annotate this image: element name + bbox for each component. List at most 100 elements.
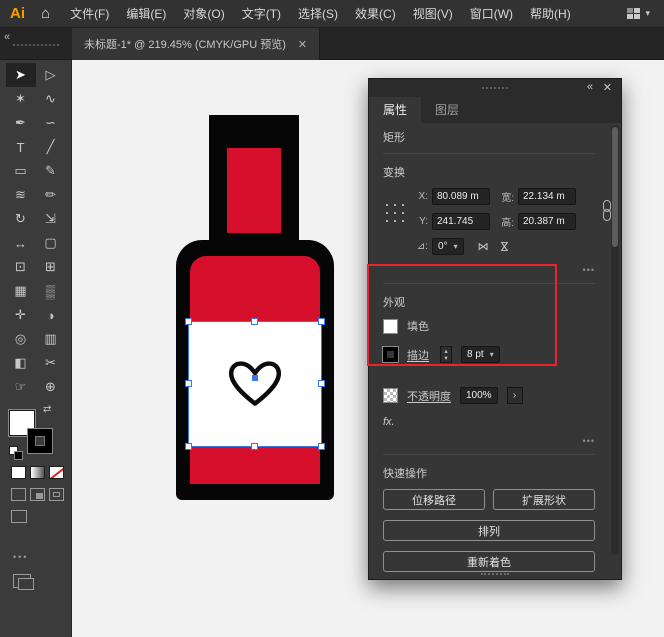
reference-point-grid[interactable] [386,204,388,206]
screen-mode-button[interactable] [11,510,27,523]
height-field[interactable]: 20.387 m [518,213,576,230]
draw-behind-button[interactable] [30,488,45,501]
y-position-field[interactable]: 241.745 [432,213,490,230]
stroke-weight-select[interactable]: 8 pt ▾ [461,346,500,363]
paintbrush-tool[interactable]: ✎ [36,159,66,183]
magic-wand-tool[interactable]: ✶ [6,87,36,111]
workspace-switcher[interactable]: ▾ [627,8,650,19]
artboard-tool[interactable]: ◧ [6,351,36,375]
mesh-tool[interactable]: ▦ [6,279,36,303]
direct-selection-tool[interactable]: ▷ [36,63,66,87]
gradient-tool[interactable]: ▒ [36,279,66,303]
selection-bounding-box[interactable] [185,318,325,450]
free-transform-tool[interactable]: ▢ [36,231,66,255]
type-tool[interactable]: T [6,135,36,159]
draw-normal-button[interactable] [11,488,26,501]
scale-tool[interactable]: ⇲ [36,207,66,231]
line-segment-tool[interactable]: ╱ [36,135,66,159]
curvature-tool[interactable]: ∽ [36,111,66,135]
stroke-color-well[interactable] [27,428,53,454]
fx-effects-link[interactable]: fx. [383,416,595,428]
opacity-options-chevron[interactable]: › [506,387,523,404]
menu-file[interactable]: 文件(F) [70,5,109,22]
fill-color-swatch[interactable] [383,318,398,334]
selection-handle-sw[interactable] [185,443,192,450]
selection-handle-nw[interactable] [185,318,192,325]
expand-shape-button[interactable]: 扩展形状 [493,489,595,510]
stepper-down-icon[interactable]: ▾ [441,355,451,362]
menu-effect[interactable]: 效果(C) [355,5,396,22]
offset-path-button[interactable]: 位移路径 [383,489,485,510]
none-button[interactable] [49,466,64,479]
panel-drag-grip[interactable] [482,87,508,89]
selection-handle-n[interactable] [251,318,258,325]
toolbar-drag-grip[interactable] [13,44,59,46]
menu-help[interactable]: 帮助(H) [530,5,571,22]
draw-inside-button[interactable] [49,488,64,501]
document-tab[interactable]: 未标题-1* @ 219.45% (CMYK/GPU 预览) ✕ [72,28,321,60]
eyedropper-tool[interactable]: ✛ [6,303,36,327]
menu-object[interactable]: 对象(O) [183,5,224,22]
hand-tool[interactable]: ☞ [6,375,36,399]
menu-view[interactable]: 视图(V) [413,5,453,22]
shaper-tool[interactable]: ≋ [6,183,36,207]
selection-handle-s[interactable] [251,443,258,450]
recolor-button[interactable]: 重新着色 [383,551,595,572]
shape-builder-tool[interactable]: ⊡ [6,255,36,279]
toolbar-collapse-icon[interactable]: « [4,31,10,43]
home-icon[interactable]: ⌂ [41,5,50,22]
flip-horizontal-icon[interactable]: ⋈ [478,240,489,253]
stroke-weight-stepper[interactable]: ▴ ▾ [440,346,452,363]
blend-tool[interactable]: ◑ [36,303,66,327]
menu-edit[interactable]: 编辑(E) [126,5,166,22]
toolbar-more-options[interactable]: ••• [13,552,28,562]
selection-handle-e[interactable] [318,380,325,387]
menu-select[interactable]: 选择(S) [298,5,338,22]
stroke-label[interactable]: 描边 [407,347,429,363]
rotate-tool[interactable]: ↻ [6,207,36,231]
flip-vertical-icon[interactable]: ⋈ [498,241,511,252]
arrange-button[interactable]: 排列 [383,520,595,541]
selection-handle-se[interactable] [318,443,325,450]
pencil-tool[interactable]: ✏ [36,183,66,207]
gradient-button[interactable] [30,466,45,479]
opacity-label[interactable]: 不透明度 [407,388,451,404]
slice-tool[interactable]: ✂ [36,351,66,375]
perspective-grid-tool[interactable]: ⊞ [36,255,66,279]
panel-scrollbar[interactable] [611,125,619,555]
tab-layers[interactable]: 图层 [421,97,473,123]
scrollbar-thumb[interactable] [612,127,618,247]
swap-fill-stroke-icon[interactable]: ⇄ [43,404,51,415]
color-button[interactable] [11,466,26,479]
selection-tool[interactable]: ➤ [5,63,36,87]
opacity-swatch[interactable] [383,388,398,403]
symbol-sprayer-tool[interactable]: ◎ [6,327,36,351]
tab-properties[interactable]: 属性 [369,97,422,123]
column-graph-tool[interactable]: ▥ [36,327,66,351]
opacity-value-field[interactable]: 100% [460,387,498,404]
stroke-color-swatch[interactable] [382,346,399,363]
x-position-field[interactable]: 80.089 m [432,188,490,205]
pen-tool[interactable]: ✒ [6,111,36,135]
menu-type[interactable]: 文字(T) [242,5,281,22]
panel-resize-grip[interactable] [481,573,509,575]
app-logo[interactable]: Ai [10,5,25,22]
lasso-tool[interactable]: ∿ [36,87,66,111]
transform-more-options[interactable]: ••• [383,265,595,275]
bottle-neck-fill[interactable] [227,148,281,233]
zoom-tool[interactable]: ⊕ [36,375,66,399]
panel-close-icon[interactable]: ✕ [603,81,612,94]
panel-collapse-icon[interactable]: « [587,81,593,93]
selection-handle-ne[interactable] [318,318,325,325]
selection-handle-w[interactable] [185,380,192,387]
menu-window[interactable]: 窗口(W) [470,5,513,22]
width-field[interactable]: 22.134 m [518,188,576,205]
default-fill-stroke-icon[interactable] [9,446,23,460]
tab-close-icon[interactable]: ✕ [298,38,307,51]
rotation-angle-select[interactable]: 0° ▾ [432,238,464,255]
appearance-more-options[interactable]: ••• [383,436,595,446]
edit-toolbar-icon[interactable] [13,574,34,590]
stepper-up-icon[interactable]: ▴ [441,348,451,355]
width-tool[interactable]: ↔ [6,231,36,255]
rectangle-tool[interactable]: ▭ [6,159,36,183]
